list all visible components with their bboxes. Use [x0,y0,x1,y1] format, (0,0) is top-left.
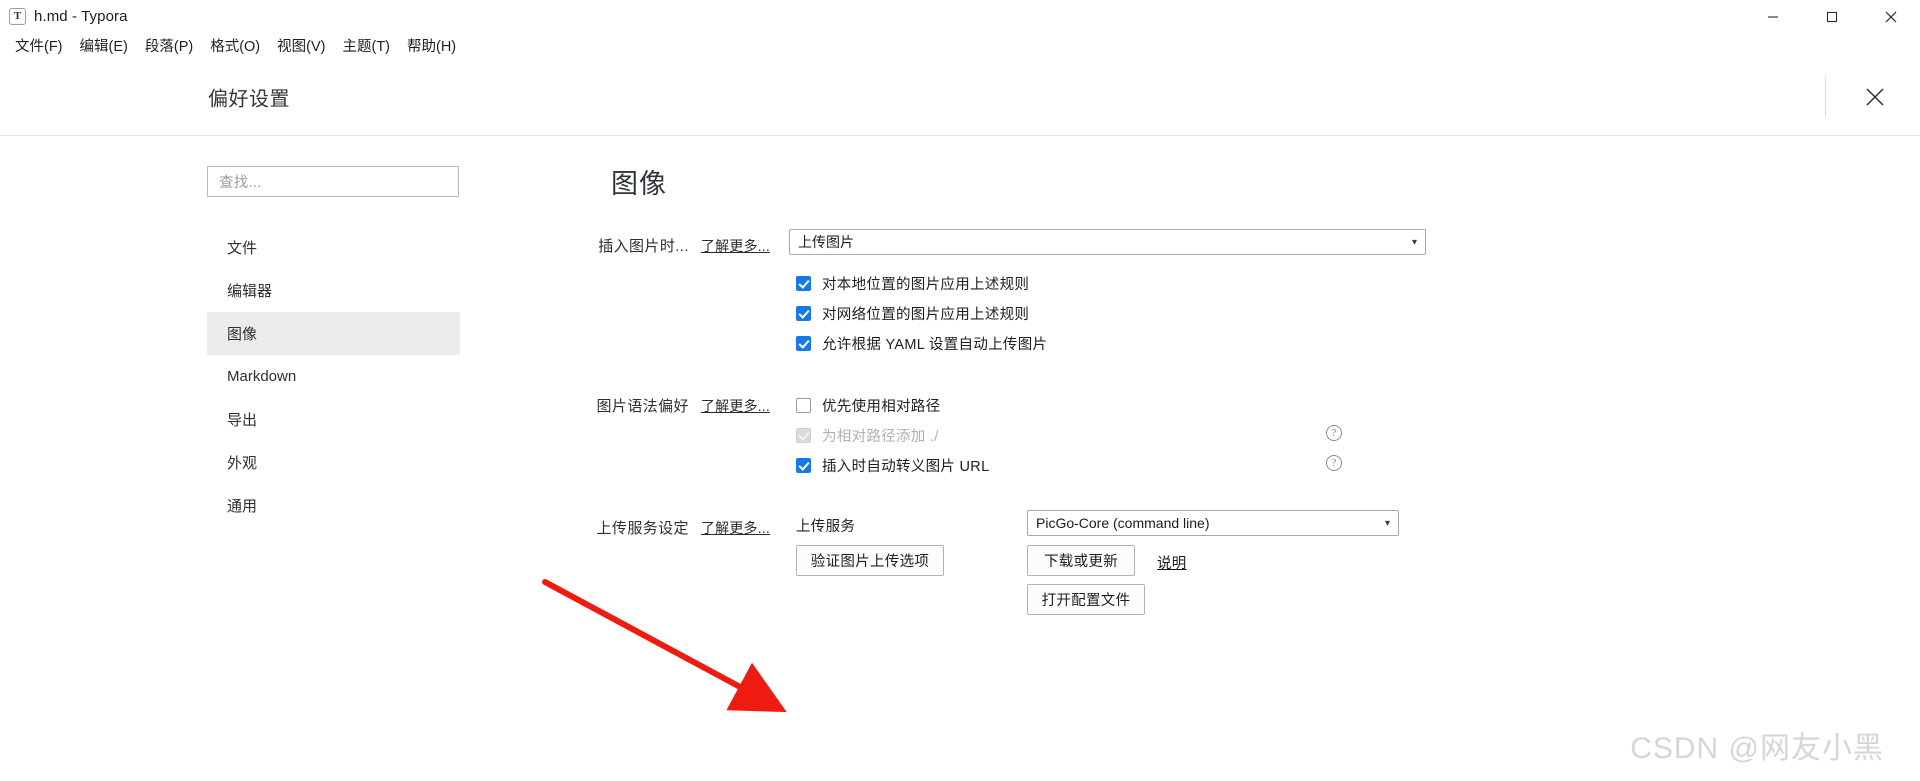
insert-section-label: 插入图片时... [598,238,689,255]
sidebar-item-general[interactable]: 通用 [207,484,460,527]
prepend-dot-slash-checkbox [796,428,811,443]
syntax-section-labels: 图片语法偏好 了解更多... [500,395,770,416]
sidebar-item-label: 编辑器 [227,283,273,300]
csdn-watermark: CSDN @网友小黑 [1630,732,1884,765]
sidebar-item-label: 通用 [227,498,258,515]
insert-section-labels: 插入图片时... 了解更多... [500,235,770,256]
sidebar-item-appearance[interactable]: 外观 [207,441,460,484]
syntax-section-label: 图片语法偏好 [596,398,689,415]
sidebar-item-editor[interactable]: 编辑器 [207,269,460,312]
open-config-file-label: 打开配置文件 [1041,593,1131,609]
typora-preferences-window: T h.md - Typora 文件(F) 编辑(E) 段落(P) 格式(O) … [0,0,1920,781]
verify-upload-options-button[interactable]: 验证图片上传选项 [796,545,944,576]
page-title: 图像 [611,169,667,199]
apply-rules-network-label: 对网络位置的图片应用上述规则 [822,307,1030,323]
verify-upload-options-label: 验证图片上传选项 [810,554,930,570]
preferences-main-panel: 图像 插入图片时... 了解更多... 上传图片 ▾ 对本地位置的图片应用上述规… [500,137,1920,781]
chevron-down-icon: ▾ [1384,517,1390,529]
sidebar-item-label: 外观 [227,455,258,472]
sidebar-item-label: 图像 [227,326,258,343]
title-bar-left: T h.md - Typora [0,8,128,25]
chevron-down-icon: ▾ [1411,236,1417,248]
download-or-update-button[interactable]: 下载或更新 [1027,545,1135,576]
sidebar-item-label: 文件 [227,240,258,257]
prepend-dot-slash-label: 为相对路径添加 ./ [822,429,939,445]
yaml-auto-upload-row[interactable]: 允许根据 YAML 设置自动上传图片 [796,333,1047,354]
preferences-header-right [1825,58,1920,136]
apply-rules-network-checkbox[interactable] [796,306,811,321]
auto-escape-url-label: 插入时自动转义图片 URL [822,459,990,475]
window-title: h.md - Typora [34,8,128,25]
apply-rules-local-label: 对本地位置的图片应用上述规则 [822,277,1030,293]
sidebar-item-image[interactable]: 图像 [207,312,460,355]
menu-item-theme[interactable]: 主题(T) [334,33,399,58]
search-input[interactable]: 查找... [207,166,459,197]
minimize-button[interactable] [1743,0,1802,33]
menu-bar: 文件(F) 编辑(E) 段落(P) 格式(O) 视图(V) 主题(T) 帮助(H… [0,33,1920,58]
apply-rules-network-row[interactable]: 对网络位置的图片应用上述规则 [796,303,1029,324]
preferences-sidebar: 查找... 文件 编辑器 图像 Markdown 导出 外观 通用 [0,137,500,781]
upload-section-labels: 上传服务设定 了解更多... [500,517,770,538]
apply-rules-local-row[interactable]: 对本地位置的图片应用上述规则 [796,273,1029,294]
open-config-file-button[interactable]: 打开配置文件 [1027,584,1145,615]
yaml-auto-upload-checkbox[interactable] [796,336,811,351]
close-button[interactable] [1861,0,1920,33]
preferences-header: 偏好设置 [0,58,1920,136]
typora-app-icon: T [9,8,26,25]
upload-section-label: 上传服务设定 [596,520,689,537]
apply-rules-local-checkbox[interactable] [796,276,811,291]
sidebar-list: 文件 编辑器 图像 Markdown 导出 外观 通用 [207,226,460,527]
help-icon-escape-url[interactable]: ? [1326,455,1342,471]
search-placeholder: 查找... [219,175,262,191]
preferences-title: 偏好设置 [208,88,290,110]
prepend-dot-slash-row: 为相对路径添加 ./ [796,425,939,446]
prefer-relative-path-row[interactable]: 优先使用相对路径 [796,395,940,416]
maximize-button[interactable] [1802,0,1861,33]
auto-escape-url-row[interactable]: 插入时自动转义图片 URL [796,455,989,476]
menu-item-edit[interactable]: 编辑(E) [72,33,137,58]
menu-item-view[interactable]: 视图(V) [269,33,334,58]
help-icon-relative-path[interactable]: ? [1326,425,1342,441]
sidebar-item-label: 导出 [227,412,258,429]
sidebar-item-export[interactable]: 导出 [207,398,460,441]
menu-item-file[interactable]: 文件(F) [7,33,72,58]
upload-service-select[interactable]: PicGo-Core (command line) ▾ [1027,510,1399,536]
sidebar-item-markdown[interactable]: Markdown [207,355,460,398]
upload-service-value: PicGo-Core (command line) [1036,515,1210,531]
sidebar-item-file[interactable]: 文件 [207,226,460,269]
insert-learn-more-link[interactable]: 了解更多... [701,236,770,256]
preferences-body: 查找... 文件 编辑器 图像 Markdown 导出 外观 通用 图像 插入图… [0,137,1920,781]
download-or-update-label: 下载或更新 [1044,554,1118,570]
prefer-relative-path-checkbox[interactable] [796,398,811,413]
prefer-relative-path-label: 优先使用相对路径 [822,399,941,415]
header-divider [1825,77,1826,117]
upload-learn-more-link[interactable]: 了解更多... [701,518,770,538]
menu-item-format[interactable]: 格式(O) [202,33,269,58]
title-bar: T h.md - Typora [0,0,1920,33]
sidebar-item-label: Markdown [227,368,297,385]
insert-behaviour-value: 上传图片 [798,234,854,250]
auto-escape-url-checkbox[interactable] [796,458,811,473]
syntax-learn-more-link[interactable]: 了解更多... [701,396,770,416]
menu-item-help[interactable]: 帮助(H) [399,33,465,58]
instructions-link[interactable]: 说明 [1157,552,1187,573]
yaml-auto-upload-label: 允许根据 YAML 设置自动上传图片 [822,337,1048,353]
menu-item-paragraph[interactable]: 段落(P) [137,33,202,58]
upload-service-label: 上传服务 [796,519,856,535]
preferences-close-icon[interactable] [1852,74,1898,120]
window-controls [1743,0,1920,33]
insert-behaviour-select[interactable]: 上传图片 ▾ [789,229,1426,255]
